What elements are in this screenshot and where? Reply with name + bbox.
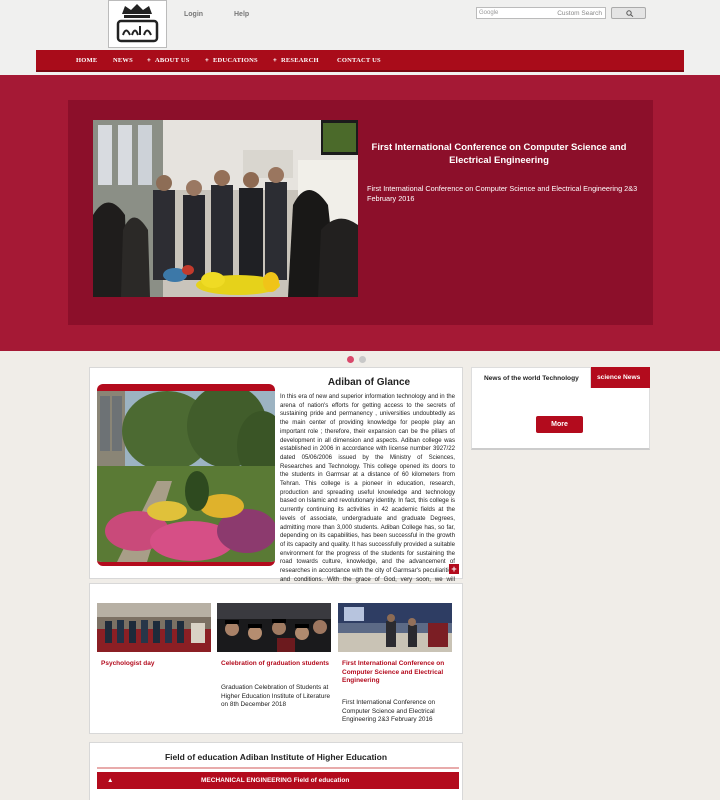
- slider-dot-active[interactable]: [347, 356, 354, 363]
- nav-research-label: RESEARCH: [281, 57, 319, 64]
- nav-about-us[interactable]: + ABOUT US: [147, 57, 190, 64]
- nav-contact-label: CONTACT US: [337, 57, 381, 64]
- slide-description: First International Conference on Comput…: [367, 184, 638, 203]
- nav-contact-us[interactable]: CONTACT US: [337, 57, 381, 64]
- fields-divider: [97, 767, 459, 769]
- nav-news-label: NEWS: [113, 57, 133, 64]
- campus-photo: [97, 384, 275, 566]
- news-tabs: News of the world Technology science New…: [471, 367, 650, 388]
- search-button[interactable]: [611, 7, 646, 19]
- glance-title: Adiban of Glance: [327, 377, 411, 388]
- fields-panel: [89, 742, 463, 800]
- logo-mark-icon: [116, 4, 159, 43]
- search-placeholder: Google: [479, 10, 499, 16]
- event-photo-psychologist-day[interactable]: [97, 603, 211, 652]
- nav-educations[interactable]: + EDUCATIONS: [205, 57, 258, 64]
- event-desc-conference: First International Conference on Comput…: [342, 699, 436, 723]
- plus-icon: +: [147, 57, 151, 64]
- fields-title: Field of education Adiban Institute of H…: [164, 752, 388, 762]
- nav-news[interactable]: NEWS: [113, 57, 133, 64]
- glance-body: In this era of new and superior informat…: [280, 393, 455, 600]
- expand-arrow-icon: ▲: [107, 777, 114, 784]
- nav-research[interactable]: + RESEARCH: [273, 57, 319, 64]
- field-mechanical-engineering[interactable]: ▲ MECHANICAL ENGINEERING Field of educat…: [97, 772, 459, 789]
- nav-home[interactable]: HOME: [76, 57, 97, 64]
- event-photo-graduation[interactable]: [217, 603, 331, 652]
- event-desc-graduation: Graduation Celebration of Students at Hi…: [221, 684, 331, 708]
- college-logo[interactable]: [108, 0, 167, 48]
- main-nav: HOME NEWS + ABOUT US + EDUCATIONS + RESEARC…: [36, 50, 684, 72]
- nav-about-label: ABOUT US: [155, 57, 190, 64]
- event-photo-conference[interactable]: [338, 603, 452, 652]
- custom-search-label: Custom Search: [557, 10, 602, 17]
- event-title-psychologist-day[interactable]: Psychologist day: [101, 660, 215, 669]
- login-link[interactable]: Login: [184, 11, 203, 18]
- slide-photo[interactable]: [93, 120, 358, 297]
- plus-icon: +: [273, 57, 277, 64]
- event-title-graduation[interactable]: Celebration of graduation students: [221, 660, 335, 669]
- help-link[interactable]: Help: [234, 11, 249, 18]
- search-input[interactable]: Google Custom Search: [476, 7, 606, 19]
- event-title-conference[interactable]: First International Conference on Comput…: [342, 660, 456, 686]
- more-button[interactable]: More: [536, 416, 583, 433]
- tab-world-technology[interactable]: News of the world Technology: [471, 367, 591, 388]
- nav-home-label: HOME: [76, 57, 98, 64]
- tab-science-news[interactable]: science News: [591, 367, 650, 388]
- search-icon: [626, 10, 634, 17]
- read-more-plus-button[interactable]: +: [449, 564, 459, 574]
- field-label: MECHANICAL ENGINEERING Field of educatio…: [201, 777, 350, 784]
- slide-title[interactable]: First International Conference on Comput…: [370, 141, 628, 167]
- nav-educations-label: EDUCATIONS: [213, 57, 258, 64]
- slider-dot[interactable]: [359, 356, 366, 363]
- plus-icon: +: [205, 57, 209, 64]
